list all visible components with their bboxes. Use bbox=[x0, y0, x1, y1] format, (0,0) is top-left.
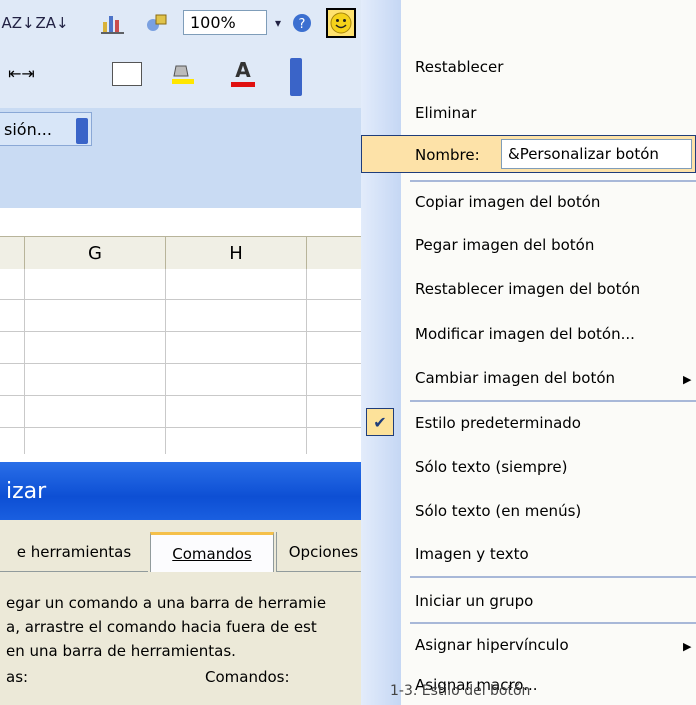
column-header: G H bbox=[0, 236, 370, 270]
menu-item-cambiar-imagen[interactable]: Cambiar imagen del botón bbox=[415, 369, 615, 387]
column-header-g[interactable]: G bbox=[25, 237, 166, 269]
dialog-description-line: a, arrastre el comando hacia fuera de es… bbox=[6, 618, 317, 636]
column-header-f[interactable] bbox=[0, 237, 25, 269]
svg-text:?: ? bbox=[299, 17, 306, 32]
indent-icons[interactable]: ⇤⇥ bbox=[8, 64, 35, 83]
session-button-label: sión... bbox=[4, 119, 52, 139]
menu-item-pegar-imagen[interactable]: Pegar imagen del botón bbox=[415, 236, 594, 254]
figure-caption: 1-3. Estilo del botón bbox=[390, 683, 531, 699]
dialog-description-line: egar un comando a una barra de herramie bbox=[6, 594, 327, 612]
font-color-icon[interactable]: A bbox=[230, 58, 256, 88]
nombre-label: Nombre: bbox=[415, 146, 480, 164]
dialog-title-bar[interactable]: izar bbox=[0, 462, 370, 520]
zoom-dropdown-icon[interactable]: ▾ bbox=[270, 11, 286, 35]
categories-label: as: bbox=[6, 668, 29, 686]
dialog-description-line: en una barra de herramientas. bbox=[6, 642, 236, 660]
menu-item-restablecer[interactable]: Restablecer bbox=[415, 58, 503, 76]
grid-line bbox=[24, 269, 25, 454]
grid-line bbox=[0, 363, 370, 364]
check-icon: ✔ bbox=[366, 408, 394, 436]
column-header-h[interactable]: H bbox=[166, 237, 307, 269]
toolbar-grip-small[interactable] bbox=[76, 118, 88, 144]
smiley-icon bbox=[330, 12, 352, 34]
toolbar-grip[interactable] bbox=[290, 58, 302, 96]
dialog-title: izar bbox=[6, 478, 47, 504]
menu-item-iniciar-grupo[interactable]: Iniciar un grupo bbox=[415, 592, 533, 610]
menu-icon-strip bbox=[361, 0, 401, 705]
menu-item-solo-texto-siempre[interactable]: Sólo texto (siempre) bbox=[415, 458, 567, 476]
menu-item-restablecer-imagen[interactable]: Restablecer imagen del botón bbox=[415, 280, 640, 298]
smiley-button[interactable] bbox=[326, 8, 356, 38]
menu-item-solo-texto-menus[interactable]: Sólo texto (en menús) bbox=[415, 502, 581, 520]
grid-line bbox=[0, 299, 370, 300]
menu-item-copiar-imagen[interactable]: Copiar imagen del botón bbox=[415, 193, 600, 211]
tab-commands-label: Comandos bbox=[172, 544, 252, 563]
sort-descending-icon[interactable]: ZA↓ bbox=[35, 11, 68, 35]
grid-line bbox=[0, 427, 370, 428]
menu-item-eliminar[interactable]: Eliminar bbox=[415, 104, 476, 122]
grid-line bbox=[306, 269, 307, 454]
menu-separator bbox=[410, 576, 696, 578]
menu-separator bbox=[410, 622, 696, 624]
tab-toolbars[interactable]: e herramientas bbox=[0, 532, 148, 572]
submenu-arrow-icon: ▶ bbox=[683, 373, 692, 386]
grid-line bbox=[165, 269, 166, 454]
nombre-input[interactable]: &Personalizar botón bbox=[501, 139, 692, 169]
fill-color-icon[interactable] bbox=[170, 62, 196, 86]
standard-toolbar: AZ↓ ZA↓ 100% ▾ ? bbox=[0, 0, 376, 47]
zoom-value: 100% bbox=[190, 13, 236, 32]
zoom-combo[interactable]: 100% bbox=[183, 10, 267, 35]
help-icon[interactable]: ? bbox=[290, 11, 314, 35]
drawing-icon[interactable] bbox=[140, 11, 174, 35]
menu-item-asignar-hipervinculo[interactable]: Asignar hipervínculo bbox=[415, 636, 569, 654]
commands-label: Comandos: bbox=[205, 668, 290, 686]
font-color-label: A bbox=[235, 58, 251, 82]
chart-wizard-icon[interactable] bbox=[96, 11, 130, 35]
column-header-g-label: G bbox=[88, 242, 102, 264]
column-header-h-label: H bbox=[229, 242, 243, 264]
menu-item-estilo-predeterminado[interactable]: Estilo predeterminado bbox=[415, 414, 581, 432]
tab-options[interactable]: Opciones bbox=[276, 532, 370, 572]
grid-line bbox=[0, 395, 370, 396]
tab-commands[interactable]: Comandos bbox=[150, 532, 274, 572]
menu-item-imagen-y-texto[interactable]: Imagen y texto bbox=[415, 545, 529, 563]
tab-options-label: Opciones bbox=[288, 542, 359, 561]
submenu-arrow-icon: ▶ bbox=[683, 640, 692, 653]
nombre-value: &Personalizar botón bbox=[508, 145, 659, 163]
formatting-toolbar: ⇤⇥ A bbox=[0, 46, 370, 109]
menu-separator bbox=[410, 400, 696, 402]
tab-toolbars-label: e herramientas bbox=[16, 542, 132, 561]
borders-icon[interactable] bbox=[112, 62, 142, 86]
cell-grid[interactable] bbox=[0, 269, 370, 454]
sort-ascending-icon[interactable]: AZ↓ bbox=[1, 11, 34, 35]
menu-item-modificar-imagen[interactable]: Modificar imagen del botón... bbox=[415, 325, 635, 343]
grid-line bbox=[0, 331, 370, 332]
menu-separator bbox=[410, 180, 696, 182]
